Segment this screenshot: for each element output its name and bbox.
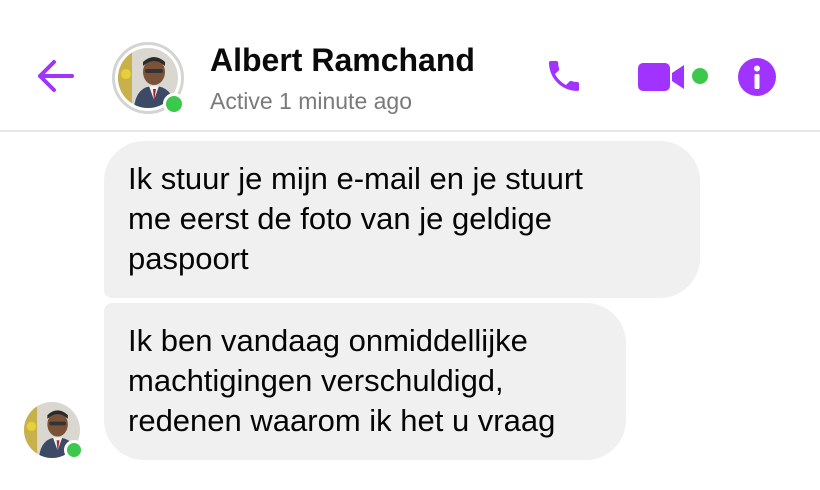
contact-avatar[interactable] bbox=[112, 42, 185, 115]
arrow-left-icon bbox=[38, 60, 74, 92]
video-call-button[interactable] bbox=[638, 59, 686, 95]
sender-online-dot bbox=[64, 440, 84, 460]
contact-name[interactable]: Albert Ramchand bbox=[210, 42, 475, 79]
sender-avatar[interactable] bbox=[24, 402, 84, 460]
call-button[interactable] bbox=[544, 56, 584, 96]
back-button[interactable] bbox=[32, 56, 78, 96]
message-bubble[interactable]: Ik stuur je mijn e-mail en je stuurt me … bbox=[104, 141, 700, 298]
video-active-dot bbox=[692, 68, 708, 84]
info-icon bbox=[738, 58, 776, 96]
chat-screen: Albert Ramchand Active 1 minute ago Ik s… bbox=[0, 0, 820, 490]
active-status: Active 1 minute ago bbox=[210, 88, 413, 114]
chat-header: Albert Ramchand Active 1 minute ago bbox=[0, 0, 820, 132]
info-button[interactable] bbox=[737, 57, 777, 97]
video-camera-icon bbox=[638, 63, 684, 91]
message-bubble[interactable]: Ik ben vandaag onmiddellijke machtiginge… bbox=[104, 303, 626, 460]
phone-icon bbox=[549, 61, 579, 91]
online-status-dot bbox=[163, 93, 185, 115]
